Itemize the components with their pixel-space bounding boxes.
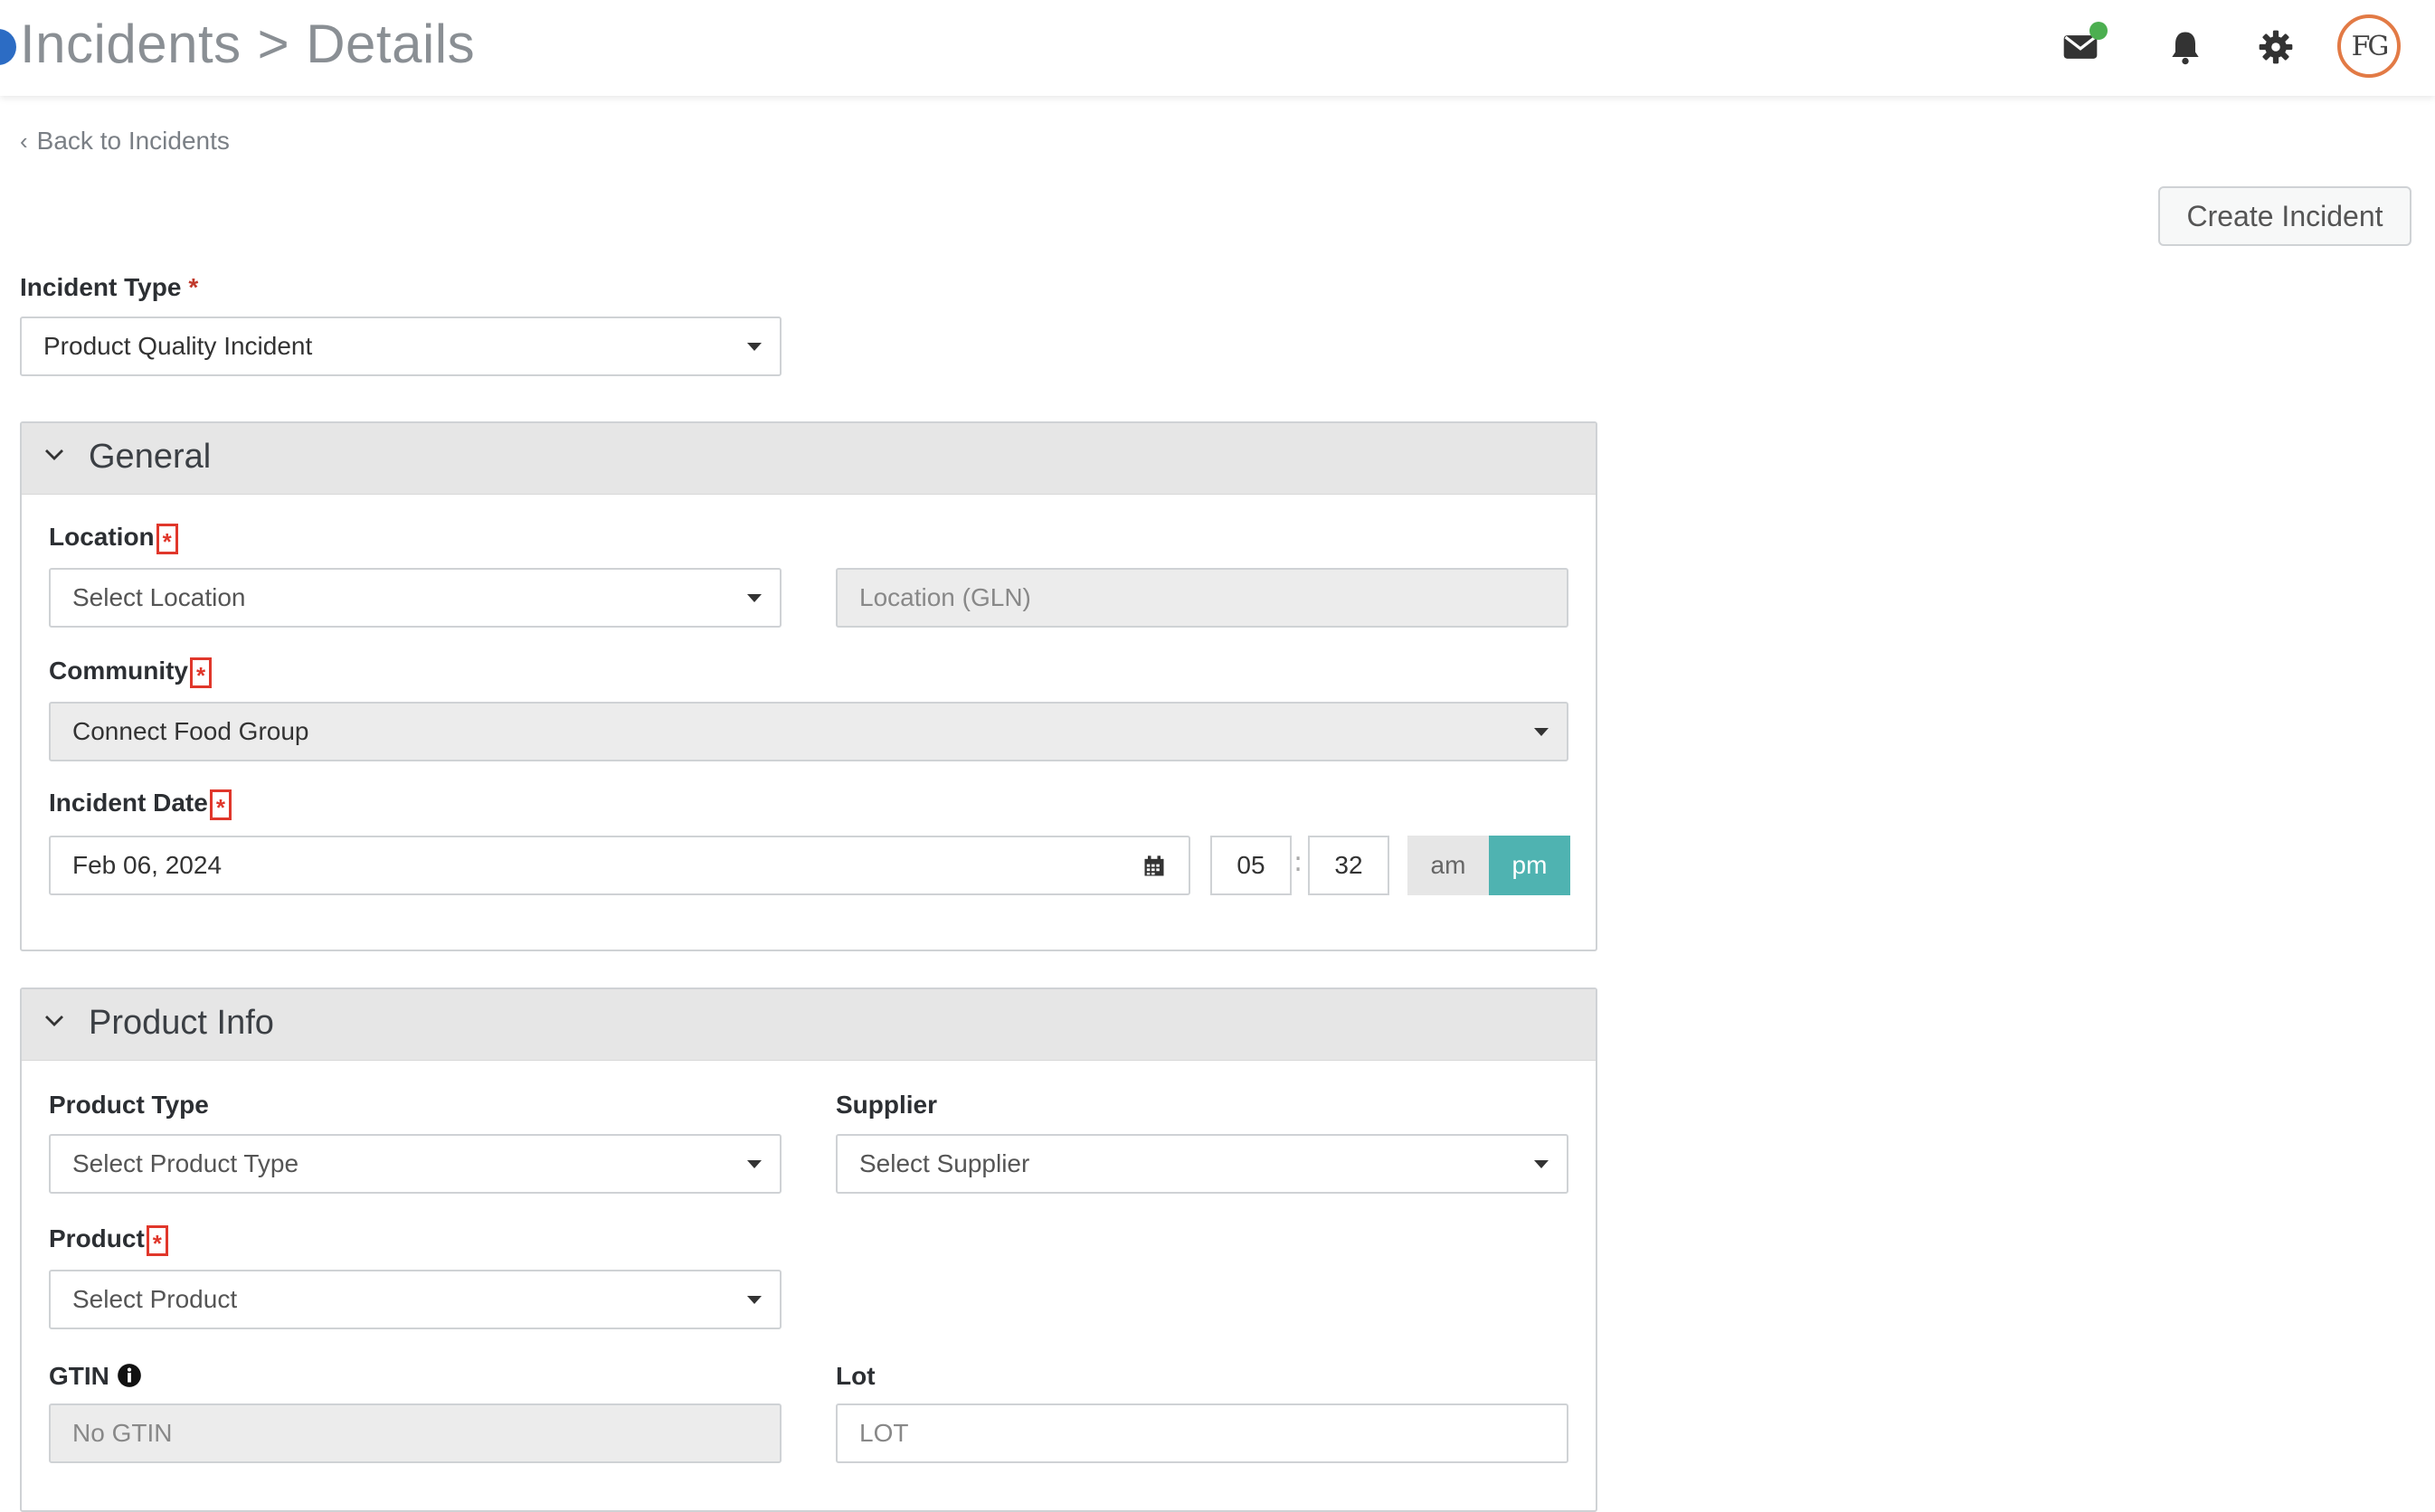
product-type-placeholder: Select Product Type: [72, 1149, 299, 1177]
bell-icon[interactable]: [2165, 27, 2205, 67]
chevron-down-icon: [45, 449, 63, 460]
back-link-label: Back to Incidents: [36, 127, 230, 155]
lot-placeholder: LOT: [859, 1419, 909, 1447]
breadcrumb-section[interactable]: Incidents: [20, 14, 242, 74]
community-label-text: Community: [49, 657, 188, 685]
community-select[interactable]: Connect Food Group: [49, 702, 1568, 761]
location-select[interactable]: Select Location: [49, 568, 782, 628]
supplier-placeholder: Select Supplier: [859, 1149, 1030, 1177]
incident-date-value: Feb 06, 2024: [72, 851, 223, 879]
calendar-icon[interactable]: [1142, 854, 1167, 879]
product-info-panel-header[interactable]: Product Info: [22, 989, 1596, 1061]
community-label: Community *: [49, 657, 213, 689]
location-gln-placeholder: Location (GLN): [859, 583, 1031, 611]
required-marker: *: [209, 789, 232, 821]
page-title: Incidents > Details: [20, 13, 475, 75]
incident-date-label-text: Incident Date: [49, 789, 208, 817]
am-toggle[interactable]: am: [1407, 836, 1489, 895]
required-marker: *: [156, 523, 178, 555]
lot-input[interactable]: LOT: [836, 1403, 1568, 1463]
caret-down-icon: [747, 594, 762, 602]
avatar-initials: FG: [2351, 30, 2390, 62]
unread-badge: [2089, 22, 2108, 40]
product-info-panel-title: Product Info: [89, 1004, 274, 1042]
incident-type-label: Incident Type *: [20, 273, 198, 302]
incident-type-value: Product Quality Incident: [43, 332, 313, 360]
chevron-left-icon: ‹: [20, 128, 28, 155]
location-placeholder: Select Location: [72, 583, 246, 611]
product-type-select[interactable]: Select Product Type: [49, 1134, 782, 1194]
caret-down-icon: [1534, 728, 1549, 736]
product-type-label: Product Type: [49, 1091, 209, 1119]
caret-down-icon: [747, 1296, 762, 1304]
required-marker: *: [188, 273, 199, 301]
gtin-label: GTIN: [49, 1362, 142, 1391]
incident-date-input[interactable]: Feb 06, 2024: [49, 836, 1190, 895]
incident-type-select[interactable]: Product Quality Incident: [20, 317, 782, 376]
minute-input[interactable]: 32: [1308, 836, 1389, 895]
top-bar: Incidents > Details FG: [0, 0, 2435, 96]
product-label: Product *: [49, 1224, 168, 1257]
back-to-incidents-link[interactable]: ‹ Back to Incidents: [20, 127, 230, 156]
pm-toggle[interactable]: pm: [1489, 836, 1570, 895]
product-label-text: Product: [49, 1224, 145, 1252]
caret-down-icon: [747, 343, 762, 351]
community-value: Connect Food Group: [72, 717, 309, 745]
caret-down-icon: [1534, 1160, 1549, 1168]
gtin-label-text: GTIN: [49, 1362, 109, 1390]
general-panel-header[interactable]: General: [22, 423, 1596, 495]
incident-date-label: Incident Date *: [49, 789, 232, 821]
product-placeholder: Select Product: [72, 1285, 238, 1313]
breadcrumb-separator: >: [257, 14, 290, 74]
create-incident-button[interactable]: Create Incident: [2158, 186, 2411, 246]
location-label: Location *: [49, 523, 178, 555]
supplier-label: Supplier: [836, 1091, 938, 1119]
location-gln-field: Location (GLN): [836, 568, 1568, 628]
breadcrumb-current: Details: [306, 14, 476, 74]
avatar[interactable]: FG: [2337, 14, 2401, 78]
info-icon[interactable]: [117, 1363, 142, 1388]
supplier-select[interactable]: Select Supplier: [836, 1134, 1568, 1194]
hour-input[interactable]: 05: [1210, 836, 1292, 895]
app-logo[interactable]: [0, 29, 16, 65]
gtin-value: No GTIN: [72, 1419, 173, 1447]
time-separator: :: [1293, 846, 1303, 878]
lot-label: Lot: [836, 1362, 876, 1390]
gtin-field: No GTIN: [49, 1403, 782, 1463]
caret-down-icon: [747, 1160, 762, 1168]
chevron-down-icon: [45, 1016, 63, 1026]
location-label-text: Location: [49, 523, 155, 551]
product-select[interactable]: Select Product: [49, 1270, 782, 1329]
required-marker: *: [146, 1224, 168, 1257]
gear-icon[interactable]: [2256, 27, 2296, 67]
required-marker: *: [190, 657, 213, 689]
general-panel-title: General: [89, 438, 212, 476]
incident-type-label-text: Incident Type: [20, 273, 182, 301]
